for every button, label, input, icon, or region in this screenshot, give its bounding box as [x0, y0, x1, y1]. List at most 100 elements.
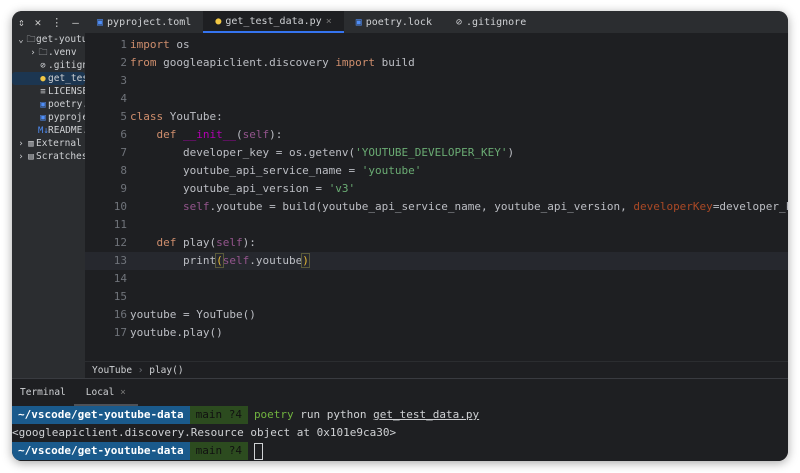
code-line[interactable]: 2from googleapiclient.discovery import b… [85, 54, 788, 72]
code-token: os [170, 38, 190, 51]
breadcrumb-method[interactable]: play() [149, 365, 183, 376]
command-word: poetry [254, 406, 294, 424]
project-sidebar: ⇕ ✕ ⋮ — ⌄🗀get-youtube-data›🗀.venv⊘.gitig… [12, 11, 85, 378]
tree-item[interactable]: ⊘.gitignore [12, 59, 85, 72]
toml-icon: ▣ [38, 112, 48, 124]
tree-item-label: .venv [48, 47, 77, 58]
code-token: class [130, 110, 163, 123]
code-line[interactable]: 12 def play(self): [85, 234, 788, 252]
code-token: import [335, 56, 375, 69]
code-token: .youtube = build(youtube_api_service_nam… [209, 200, 633, 213]
tab-label: get_test_data.py [225, 16, 321, 27]
code-line[interactable]: 5class YouTube: [85, 108, 788, 126]
code-token: self [216, 236, 243, 249]
tab-label: Local [86, 387, 115, 398]
code-line[interactable]: 8 youtube_api_service_name = 'youtube' [85, 162, 788, 180]
code-text: youtube.play() [130, 324, 223, 342]
code-line[interactable]: 11 [85, 216, 788, 234]
tree-item[interactable]: ≡LICENSE [12, 85, 85, 98]
prompt-path: ~/vscode/get-youtube-data [12, 442, 190, 460]
code-token [176, 128, 183, 141]
tree-item[interactable]: ›▤Scratches and Consoles [12, 150, 85, 163]
code-line[interactable]: 14 [85, 270, 788, 288]
tree-item[interactable]: ›▥External Libraries [12, 137, 85, 150]
scratch-icon: ▤ [26, 151, 36, 163]
close-icon[interactable]: ✕ [35, 16, 42, 29]
tree-item-label: pyproject.toml [48, 112, 85, 123]
chevron-icon[interactable]: › [28, 47, 38, 59]
tree-item[interactable]: ▣pyproject.toml [12, 111, 85, 124]
code-editor[interactable]: 1import os2from googleapiclient.discover… [85, 33, 788, 361]
tree-item[interactable]: M↓README.md [12, 124, 85, 137]
terminal-tab-local[interactable]: Local × [74, 379, 138, 406]
tree-item-label: README.md [48, 125, 85, 136]
line-number: 4 [85, 90, 127, 108]
prompt-branch: main ?4 [190, 442, 248, 460]
code-token: ( [236, 128, 243, 141]
tree-item-label: poetry.lock [48, 99, 85, 110]
chevron-icon[interactable]: › [16, 151, 26, 163]
ignore-icon: ⊘ [456, 17, 462, 28]
code-token: self [243, 128, 270, 141]
code-line[interactable]: 3 [85, 72, 788, 90]
code-text: youtube_api_version = 'v3' [130, 180, 355, 198]
code-line[interactable]: 10 self.youtube = build(youtube_api_serv… [85, 198, 788, 216]
tree-item-label: Scratches and Consoles [36, 151, 85, 162]
minimize-icon[interactable]: — [72, 16, 79, 29]
line-number: 1 [85, 36, 127, 54]
code-line[interactable]: 17youtube.play() [85, 324, 788, 342]
tree-item[interactable]: ●get_test_data.py [12, 72, 85, 85]
code-text: developer_key = os.getenv('YOUTUBE_DEVEL… [130, 144, 514, 162]
code-line[interactable]: 15 [85, 288, 788, 306]
code-line[interactable]: 6 def __init__(self): [85, 126, 788, 144]
code-line[interactable]: 9 youtube_api_version = 'v3' [85, 180, 788, 198]
line-number: 2 [85, 54, 127, 72]
tab-label: poetry.lock [366, 17, 432, 28]
line-number: 12 [85, 234, 127, 252]
code-token: youtube_api_version = [130, 182, 329, 195]
terminal-line: ~/vscode/get-youtube-datamain ?4poetry r… [12, 406, 788, 424]
tree-item-label: .gitignore [48, 60, 85, 71]
tree-item-label: get-youtube-data [36, 34, 85, 45]
tab-pyproject-toml[interactable]: ▣pyproject.toml [85, 11, 203, 33]
toml-icon: ▣ [97, 17, 103, 28]
command-file-link[interactable]: get_test_data.py [373, 406, 479, 424]
tab-get-test-data-py[interactable]: ● get_test_data.py × [203, 11, 343, 33]
tab--gitignore[interactable]: ⊘.gitignore [444, 11, 538, 33]
close-icon[interactable]: × [120, 387, 126, 398]
code-token [130, 200, 183, 213]
chevron-icon[interactable]: ⌄ [16, 34, 26, 46]
code-line[interactable]: 16youtube = YouTube() [85, 306, 788, 324]
close-icon[interactable]: × [326, 16, 332, 27]
code-token: self [183, 200, 210, 213]
tab-poetry-lock[interactable]: ▣poetry.lock [344, 11, 444, 33]
expand-collapse-icon[interactable]: ⇕ [18, 16, 25, 29]
line-number: 17 [85, 324, 127, 342]
code-text: def __init__(self): [130, 126, 282, 144]
code-token: import [130, 38, 170, 51]
code-line[interactable]: 1import os [85, 36, 788, 54]
python-icon: ● [215, 16, 221, 27]
code-token: def [157, 236, 177, 249]
code-line[interactable]: 13 print(self.youtube) [85, 252, 788, 270]
code-token: print [130, 254, 216, 267]
breadcrumb-class[interactable]: YouTube [92, 365, 132, 376]
terminal-line[interactable]: ~/vscode/get-youtube-datamain ?4 [12, 442, 788, 460]
code-text: class YouTube: [130, 108, 223, 126]
terminal-cursor [254, 443, 263, 460]
terminal-title: Terminal [12, 387, 74, 398]
code-token: from [130, 56, 157, 69]
code-line[interactable]: 4 [85, 90, 788, 108]
more-icon[interactable]: ⋮ [51, 16, 62, 29]
code-token: ( [216, 254, 223, 267]
tree-item[interactable]: ⌄🗀get-youtube-data [12, 33, 85, 46]
chevron-icon[interactable]: › [16, 138, 26, 150]
code-line[interactable]: 7 developer_key = os.getenv('YOUTUBE_DEV… [85, 144, 788, 162]
line-number: 3 [85, 72, 127, 90]
code-token: youtube_api_service_name = [130, 164, 362, 177]
tree-item[interactable]: ▣poetry.lock [12, 98, 85, 111]
toml-icon: ▣ [38, 99, 48, 111]
python-icon: ● [38, 73, 48, 85]
code-token: ) [508, 146, 515, 159]
tree-item[interactable]: ›🗀.venv [12, 46, 85, 59]
